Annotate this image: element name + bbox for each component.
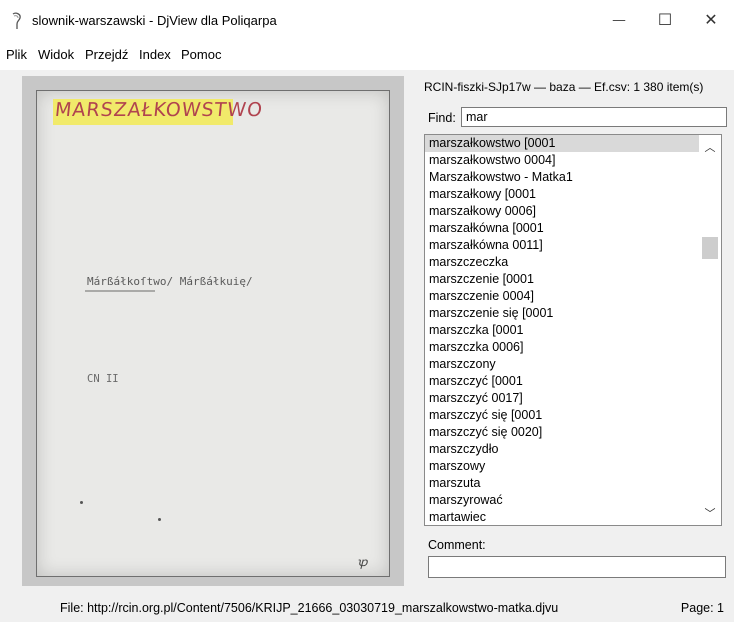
- index-card-page: MARSZAŁKOWSTWO Márßáłkoſtwo/ Márßáłkuię/…: [36, 90, 390, 577]
- list-item[interactable]: Marszałkowstwo - Matka1: [425, 169, 721, 186]
- close-icon: ✕: [704, 12, 718, 29]
- menu-plik[interactable]: Plik: [6, 47, 27, 62]
- entry-list-items: marszałkowstwo [0001 marszałkowstwo 0004]…: [425, 135, 721, 525]
- comment-label: Comment:: [428, 538, 486, 552]
- minimize-button[interactable]: —: [596, 0, 642, 40]
- typed-underline: [85, 290, 155, 292]
- index-header: RCIN-fiszki-SJp17w — baza — Ef.csv: 1 38…: [424, 80, 704, 94]
- status-file-path: File: http://rcin.org.pl/Content/7506/KR…: [60, 601, 559, 615]
- minimize-icon: —: [612, 13, 626, 27]
- menu-przejdz[interactable]: Przejdź: [85, 47, 128, 62]
- card-speck: [80, 501, 83, 504]
- title-bar: slownik-warszawski - DjView dla Poliqarp…: [0, 0, 734, 40]
- list-item[interactable]: marszałkówna [0001: [425, 220, 721, 237]
- comment-input[interactable]: [428, 556, 726, 578]
- find-input[interactable]: [461, 107, 727, 127]
- list-item[interactable]: marszczka 0006]: [425, 339, 721, 356]
- list-item[interactable]: marszałkówna 0011]: [425, 237, 721, 254]
- menu-widok[interactable]: Widok: [38, 47, 74, 62]
- menu-index[interactable]: Index: [139, 47, 171, 62]
- list-item[interactable]: marszczyć 0017]: [425, 390, 721, 407]
- card-speck: [158, 518, 161, 521]
- list-item[interactable]: marszczenie się [0001: [425, 305, 721, 322]
- close-button[interactable]: ✕: [688, 0, 734, 40]
- menu-pomoc[interactable]: Pomoc: [181, 47, 221, 62]
- handwritten-headword: MARSZAŁKOWSTWO: [53, 99, 265, 121]
- status-page: Page: 1: [680, 601, 724, 615]
- list-item[interactable]: marszczyć się 0020]: [425, 424, 721, 441]
- list-item[interactable]: marszałkowy 0006]: [425, 203, 721, 220]
- maximize-button[interactable]: ☐: [642, 0, 688, 40]
- list-item[interactable]: martawiec: [425, 509, 721, 525]
- list-item[interactable]: marszuta: [425, 475, 721, 492]
- corner-mark: ꝕ: [357, 555, 368, 569]
- maximize-icon: ☐: [657, 12, 673, 29]
- list-item[interactable]: marszczka [0001: [425, 322, 721, 339]
- find-label: Find:: [428, 111, 456, 125]
- scroll-thumb[interactable]: [702, 237, 718, 259]
- list-item[interactable]: marszczyć się [0001: [425, 407, 721, 424]
- list-item[interactable]: marszowy: [425, 458, 721, 475]
- scroll-down-icon[interactable]: ﹀: [699, 505, 721, 521]
- list-item[interactable]: marszczenie 0004]: [425, 288, 721, 305]
- status-bar: File: http://rcin.org.pl/Content/7506/KR…: [0, 596, 734, 622]
- list-item[interactable]: marszczydło: [425, 441, 721, 458]
- menu-bar: Plik Widok Przejdź Index Pomoc: [0, 40, 734, 70]
- scroll-up-icon[interactable]: ︿: [699, 139, 721, 155]
- entry-list[interactable]: marszałkowstwo [0001 marszałkowstwo 0004]…: [424, 134, 722, 526]
- list-item[interactable]: marszałkowstwo [0001: [425, 135, 721, 152]
- list-item[interactable]: marszczeczka: [425, 254, 721, 271]
- list-item[interactable]: marszałkowy [0001: [425, 186, 721, 203]
- list-item[interactable]: marszczony: [425, 356, 721, 373]
- list-scrollbar[interactable]: ︿ ﹀: [699, 135, 721, 525]
- app-icon: [12, 12, 21, 29]
- list-item[interactable]: marszyrować: [425, 492, 721, 509]
- typed-headword: Márßáłkoſtwo/ Márßáłkuię/: [87, 275, 253, 288]
- list-item[interactable]: marszałkowstwo 0004]: [425, 152, 721, 169]
- list-item[interactable]: marszczyć [0001: [425, 373, 721, 390]
- typed-source: CN II: [87, 373, 119, 385]
- window-title: slownik-warszawski - DjView dla Poliqarp…: [32, 13, 277, 28]
- list-item[interactable]: marszczenie [0001: [425, 271, 721, 288]
